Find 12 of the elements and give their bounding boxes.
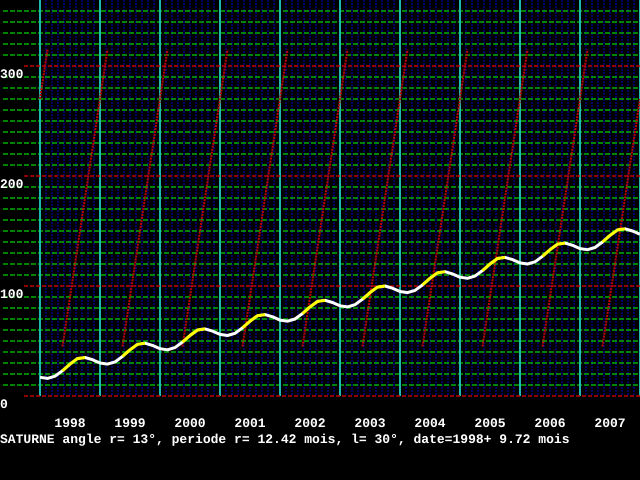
axis-tick-label: 0 xyxy=(0,397,8,412)
axis-tick-label: 2006 xyxy=(534,416,566,430)
axis-tick-label: 2002 xyxy=(294,416,326,430)
axis-tick-label: 2000 xyxy=(174,416,206,430)
axis-tick-label: 2003 xyxy=(354,416,386,430)
axis-tick-label: 2001 xyxy=(234,416,266,430)
axis-tick-label: 2005 xyxy=(474,416,506,430)
status-text: SATURNE angle r= 13°, periode r= 12.42 mois, l= 30°, date=1998+ 9.72 mois xyxy=(0,432,570,448)
axis-tick-label: 2007 xyxy=(594,416,626,430)
axis-tick-label: 2004 xyxy=(414,416,446,430)
axis-tick-label: 1999 xyxy=(114,416,146,430)
axis-tick-label: 1998 xyxy=(54,416,86,430)
